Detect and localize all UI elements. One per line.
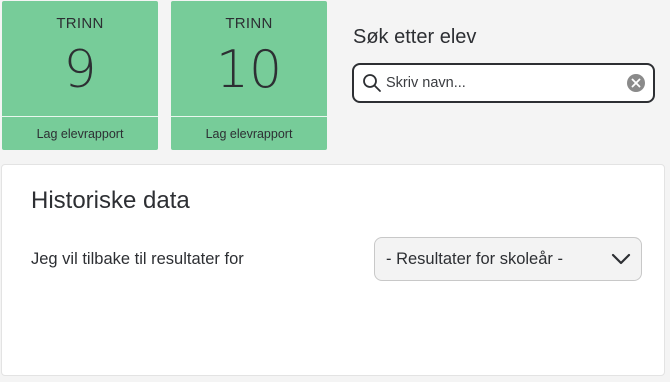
school-year-label: Jeg vil tilbake til resultater for <box>31 250 244 268</box>
tile-label: TRINN <box>56 15 104 32</box>
create-report-button-10[interactable]: Lag elevrapport <box>171 116 327 150</box>
panel-title: Historiske data <box>31 187 190 214</box>
historical-data-panel: Historiske data Jeg vil tilbake til resu… <box>1 164 665 376</box>
tile-label: TRINN <box>225 15 273 32</box>
grade-tile-9[interactable]: TRINN 9 Lag elevrapport <box>2 1 158 150</box>
tile-grade-number: 9 <box>63 40 97 100</box>
search-box[interactable] <box>352 63 655 103</box>
search-input[interactable] <box>386 72 624 94</box>
search-icon <box>363 74 381 92</box>
clear-icon[interactable] <box>627 74 645 92</box>
chevron-down-icon <box>611 253 631 265</box>
search-title: Søk etter elev <box>353 26 477 48</box>
grade-tile-10[interactable]: TRINN 10 Lag elevrapport <box>171 1 327 150</box>
select-value: - Resultater for skoleår - <box>386 250 563 268</box>
tile-grade-number: 10 <box>215 40 283 100</box>
school-year-select[interactable]: - Resultater for skoleår - <box>374 237 642 281</box>
create-report-button-9[interactable]: Lag elevrapport <box>2 116 158 150</box>
